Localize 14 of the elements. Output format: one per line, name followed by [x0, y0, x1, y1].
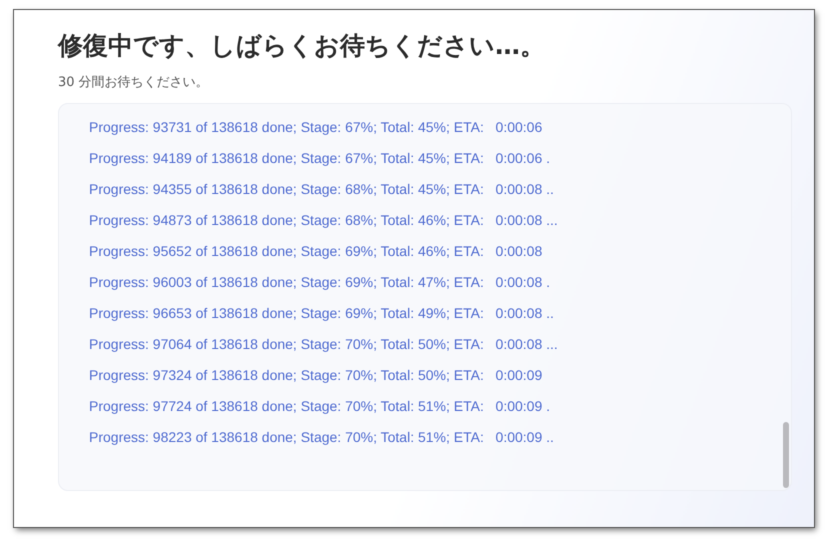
log-line: Progress: 96003 of 138618 done; Stage: 69%; Total: 47%; ETA: 0:00:08 .: [89, 273, 550, 292]
log-line: Progress: 98223 of 138618 done; Stage: 70%; Total: 51%; ETA: 0:00:09 ..: [89, 428, 554, 447]
scrollbar-thumb[interactable]: [783, 422, 789, 488]
log-line: Progress: 96653 of 138618 done; Stage: 69%; Total: 49%; ETA: 0:00:08 ..: [89, 304, 554, 323]
log-line: Progress: 94873 of 138618 done; Stage: 68%; Total: 46%; ETA: 0:00:08 ...: [89, 211, 558, 230]
dialog-title: 修復中です、しばらくお待ちください…。: [58, 30, 545, 62]
log-line: Progress: 97324 of 138618 done; Stage: 70%; Total: 50%; ETA: 0:00:09: [89, 366, 542, 385]
log-line: Progress: 97724 of 138618 done; Stage: 70%; Total: 51%; ETA: 0:00:09 .: [89, 397, 550, 416]
log-line: Progress: 94189 of 138618 done; Stage: 67%; Total: 45%; ETA: 0:00:06 .: [89, 149, 550, 168]
log-line: Progress: 94355 of 138618 done; Stage: 68%; Total: 45%; ETA: 0:00:08 ..: [89, 180, 554, 199]
log-line: Progress: 97064 of 138618 done; Stage: 70%; Total: 50%; ETA: 0:00:08 ...: [89, 335, 558, 354]
log-line: Progress: 95652 of 138618 done; Stage: 69%; Total: 46%; ETA: 0:00:08: [89, 242, 542, 261]
wait-message: 30 分間お待ちください。: [58, 74, 209, 91]
log-line: Progress: 93731 of 138618 done; Stage: 67%; Total: 45%; ETA: 0:00:06: [89, 118, 542, 137]
